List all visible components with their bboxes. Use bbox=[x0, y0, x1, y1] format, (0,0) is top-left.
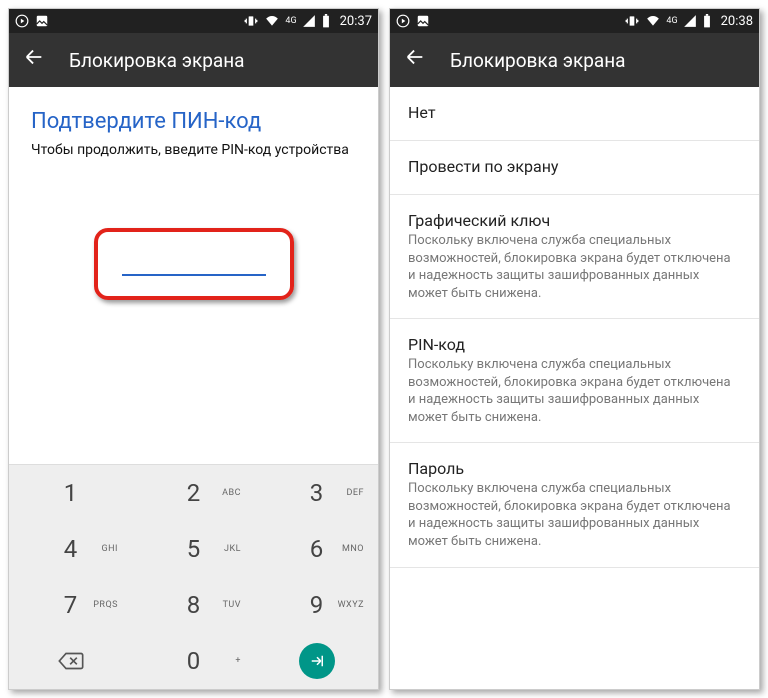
status-bar: 4G 20:37 bbox=[9, 9, 378, 33]
key-1[interactable]: 1 bbox=[9, 465, 132, 521]
wifi-icon bbox=[645, 14, 661, 28]
page-title: Блокировка экрана bbox=[69, 49, 245, 72]
vibrate-icon bbox=[624, 14, 640, 28]
key-3[interactable]: 3DEF bbox=[255, 465, 378, 521]
lock-options-list: Нет Провести по экрану Графический ключ … bbox=[390, 87, 759, 689]
key-5[interactable]: 5JKL bbox=[132, 521, 255, 577]
key-8[interactable]: 8TUV bbox=[132, 577, 255, 633]
key-enter[interactable] bbox=[255, 633, 378, 689]
play-circle-icon bbox=[15, 14, 29, 28]
option-pattern[interactable]: Графический ключ Поскольку включена служ… bbox=[390, 195, 759, 319]
option-none[interactable]: Нет bbox=[390, 87, 759, 141]
status-time: 20:37 bbox=[340, 14, 372, 29]
network-label: 4G bbox=[666, 16, 677, 26]
back-icon[interactable] bbox=[23, 46, 45, 74]
option-password[interactable]: Пароль Поскольку включена служба специал… bbox=[390, 443, 759, 567]
wifi-icon bbox=[264, 14, 280, 28]
battery-icon bbox=[321, 14, 331, 28]
key-6[interactable]: 6MNO bbox=[255, 521, 378, 577]
backspace-icon bbox=[57, 651, 85, 671]
pin-subtitle: Чтобы продолжить, введите PIN-код устрой… bbox=[9, 142, 378, 188]
key-7[interactable]: 7PRQS bbox=[9, 577, 132, 633]
battery-icon bbox=[702, 14, 712, 28]
vibrate-icon bbox=[243, 14, 259, 28]
image-icon bbox=[35, 14, 49, 28]
numeric-keypad: 1 2ABC 3DEF 4GHI 5JKL 6MNO 7PRQS 8TUV 9W… bbox=[9, 464, 378, 689]
key-2[interactable]: 2ABC bbox=[132, 465, 255, 521]
key-9[interactable]: 9WXYZ bbox=[255, 577, 378, 633]
pin-input-highlight bbox=[94, 228, 294, 300]
option-swipe[interactable]: Провести по экрану bbox=[390, 141, 759, 195]
phone-right: 4G 20:38 Блокировка экрана Нет Провести … bbox=[389, 8, 760, 690]
signal-icon bbox=[302, 14, 316, 28]
enter-icon bbox=[299, 643, 335, 679]
option-pin[interactable]: PIN-код Поскольку включена служба специа… bbox=[390, 319, 759, 443]
app-bar: Блокировка экрана bbox=[390, 33, 759, 87]
app-bar: Блокировка экрана bbox=[9, 33, 378, 87]
network-label: 4G bbox=[285, 16, 296, 26]
signal-icon bbox=[683, 14, 697, 28]
status-bar: 4G 20:38 bbox=[390, 9, 759, 33]
pin-input[interactable] bbox=[122, 248, 266, 276]
play-circle-icon bbox=[396, 14, 410, 28]
pin-title: Подтвердите ПИН-код bbox=[9, 87, 378, 142]
key-backspace[interactable] bbox=[9, 633, 132, 689]
key-0[interactable]: 0+ bbox=[132, 633, 255, 689]
key-4[interactable]: 4GHI bbox=[9, 521, 132, 577]
phone-left: 4G 20:37 Блокировка экрана Подтвердите П… bbox=[8, 8, 379, 690]
image-icon bbox=[416, 14, 430, 28]
status-time: 20:38 bbox=[721, 14, 753, 29]
back-icon[interactable] bbox=[404, 46, 426, 74]
page-title: Блокировка экрана bbox=[450, 49, 626, 72]
